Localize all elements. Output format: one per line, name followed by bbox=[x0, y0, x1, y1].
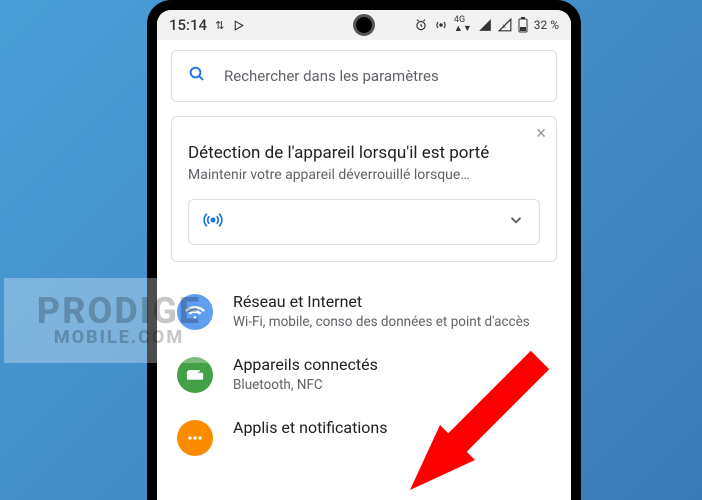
suggestion-card[interactable]: × Détection de l'appareil lorsqu'il est … bbox=[171, 116, 557, 262]
settings-item-apps[interactable]: Applis et notifications bbox=[171, 406, 557, 468]
card-expand-row[interactable] bbox=[188, 199, 540, 245]
wifi-icon bbox=[177, 294, 213, 330]
search-placeholder: Rechercher dans les paramètres bbox=[224, 67, 439, 85]
lte-icon: ⇅ bbox=[215, 19, 224, 32]
settings-item-network[interactable]: Réseau et Internet Wi-Fi, mobile, conso … bbox=[171, 280, 557, 343]
apps-icon bbox=[177, 420, 213, 456]
card-title: Détection de l'appareil lorsqu'il est po… bbox=[188, 143, 540, 163]
item-subtitle: Wi-Fi, mobile, conso des données et poin… bbox=[233, 313, 551, 331]
hotspot-icon bbox=[203, 210, 223, 234]
camera-cutout bbox=[353, 14, 375, 36]
item-title: Appareils connectés bbox=[233, 355, 551, 374]
close-icon[interactable]: × bbox=[536, 125, 546, 143]
battery-icon bbox=[518, 17, 528, 33]
item-subtitle: Bluetooth, NFC bbox=[233, 376, 551, 394]
status-bar: 15:14 ⇅ 4G▲▼ x bbox=[157, 10, 571, 40]
devices-icon bbox=[177, 357, 213, 393]
play-icon bbox=[232, 19, 245, 32]
item-title: Applis et notifications bbox=[233, 418, 551, 437]
network-type: 4G▲▼ bbox=[454, 16, 472, 34]
signal-2-icon: x bbox=[498, 18, 512, 32]
card-subtitle: Maintenir votre appareil déverrouillé lo… bbox=[188, 167, 540, 183]
search-icon bbox=[188, 65, 206, 87]
signal-icon bbox=[478, 18, 492, 32]
phone-frame: 15:14 ⇅ 4G▲▼ x bbox=[147, 0, 581, 500]
settings-list: Réseau et Internet Wi-Fi, mobile, conso … bbox=[171, 280, 557, 468]
screen: 15:14 ⇅ 4G▲▼ x bbox=[157, 10, 571, 500]
item-title: Réseau et Internet bbox=[233, 292, 551, 311]
hotspot-status-icon bbox=[434, 18, 448, 32]
status-time: 15:14 bbox=[169, 16, 207, 34]
search-bar[interactable]: Rechercher dans les paramètres bbox=[171, 50, 557, 102]
chevron-down-icon bbox=[507, 211, 525, 233]
settings-item-devices[interactable]: Appareils connectés Bluetooth, NFC bbox=[171, 343, 557, 406]
alarm-icon bbox=[414, 18, 428, 32]
battery-percent: 32 % bbox=[534, 18, 559, 32]
